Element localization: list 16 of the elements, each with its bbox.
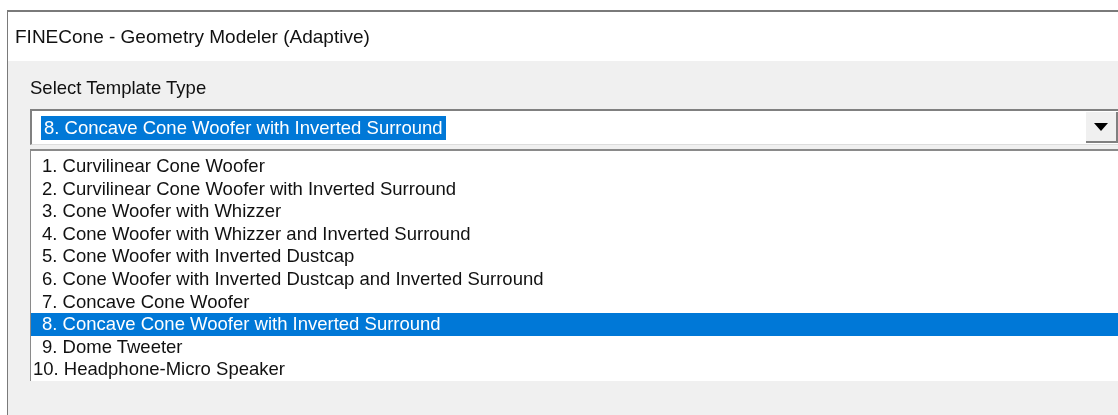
dropdown-button[interactable] — [1086, 112, 1118, 143]
field-label: Select Template Type — [30, 77, 207, 99]
list-item[interactable]: 9. Dome Tweeter — [31, 335, 1118, 359]
list-item[interactable]: 1. Curvilinear Cone Woofer — [31, 155, 1118, 178]
list-item[interactable]: 7. Concave Cone Woofer — [31, 290, 1118, 314]
list-item[interactable]: 6. Cone Woofer with Inverted Dustcap and Inverted Surround — [31, 267, 1118, 291]
list-item[interactable]: 2. Curvilinear Cone Woofer with Inverted Surround — [31, 177, 1118, 201]
list-item[interactable]: 10. Headphone-Micro Speaker — [31, 358, 1118, 381]
list-item[interactable]: 3. Cone Woofer with Whizzer — [31, 200, 1118, 223]
caret-icon — [1094, 122, 1108, 131]
selected-value: 8. Concave Cone Woofer with Inverted Surround — [41, 115, 446, 140]
list-item[interactable]: 8. Concave Cone Woofer with Inverted Surround — [31, 313, 1118, 336]
window-title: FINECone - Geometry Modeler (Adaptive) — [15, 25, 370, 48]
list-item[interactable]: 4. Cone Woofer with Whizzer and Inverted Surround — [31, 222, 1118, 246]
template-dropdown[interactable]: 8. Concave Cone Woofer with Inverted Surround — [30, 109, 1118, 145]
list-item[interactable]: 5. Cone Woofer with Inverted Dustcap — [31, 245, 1118, 268]
